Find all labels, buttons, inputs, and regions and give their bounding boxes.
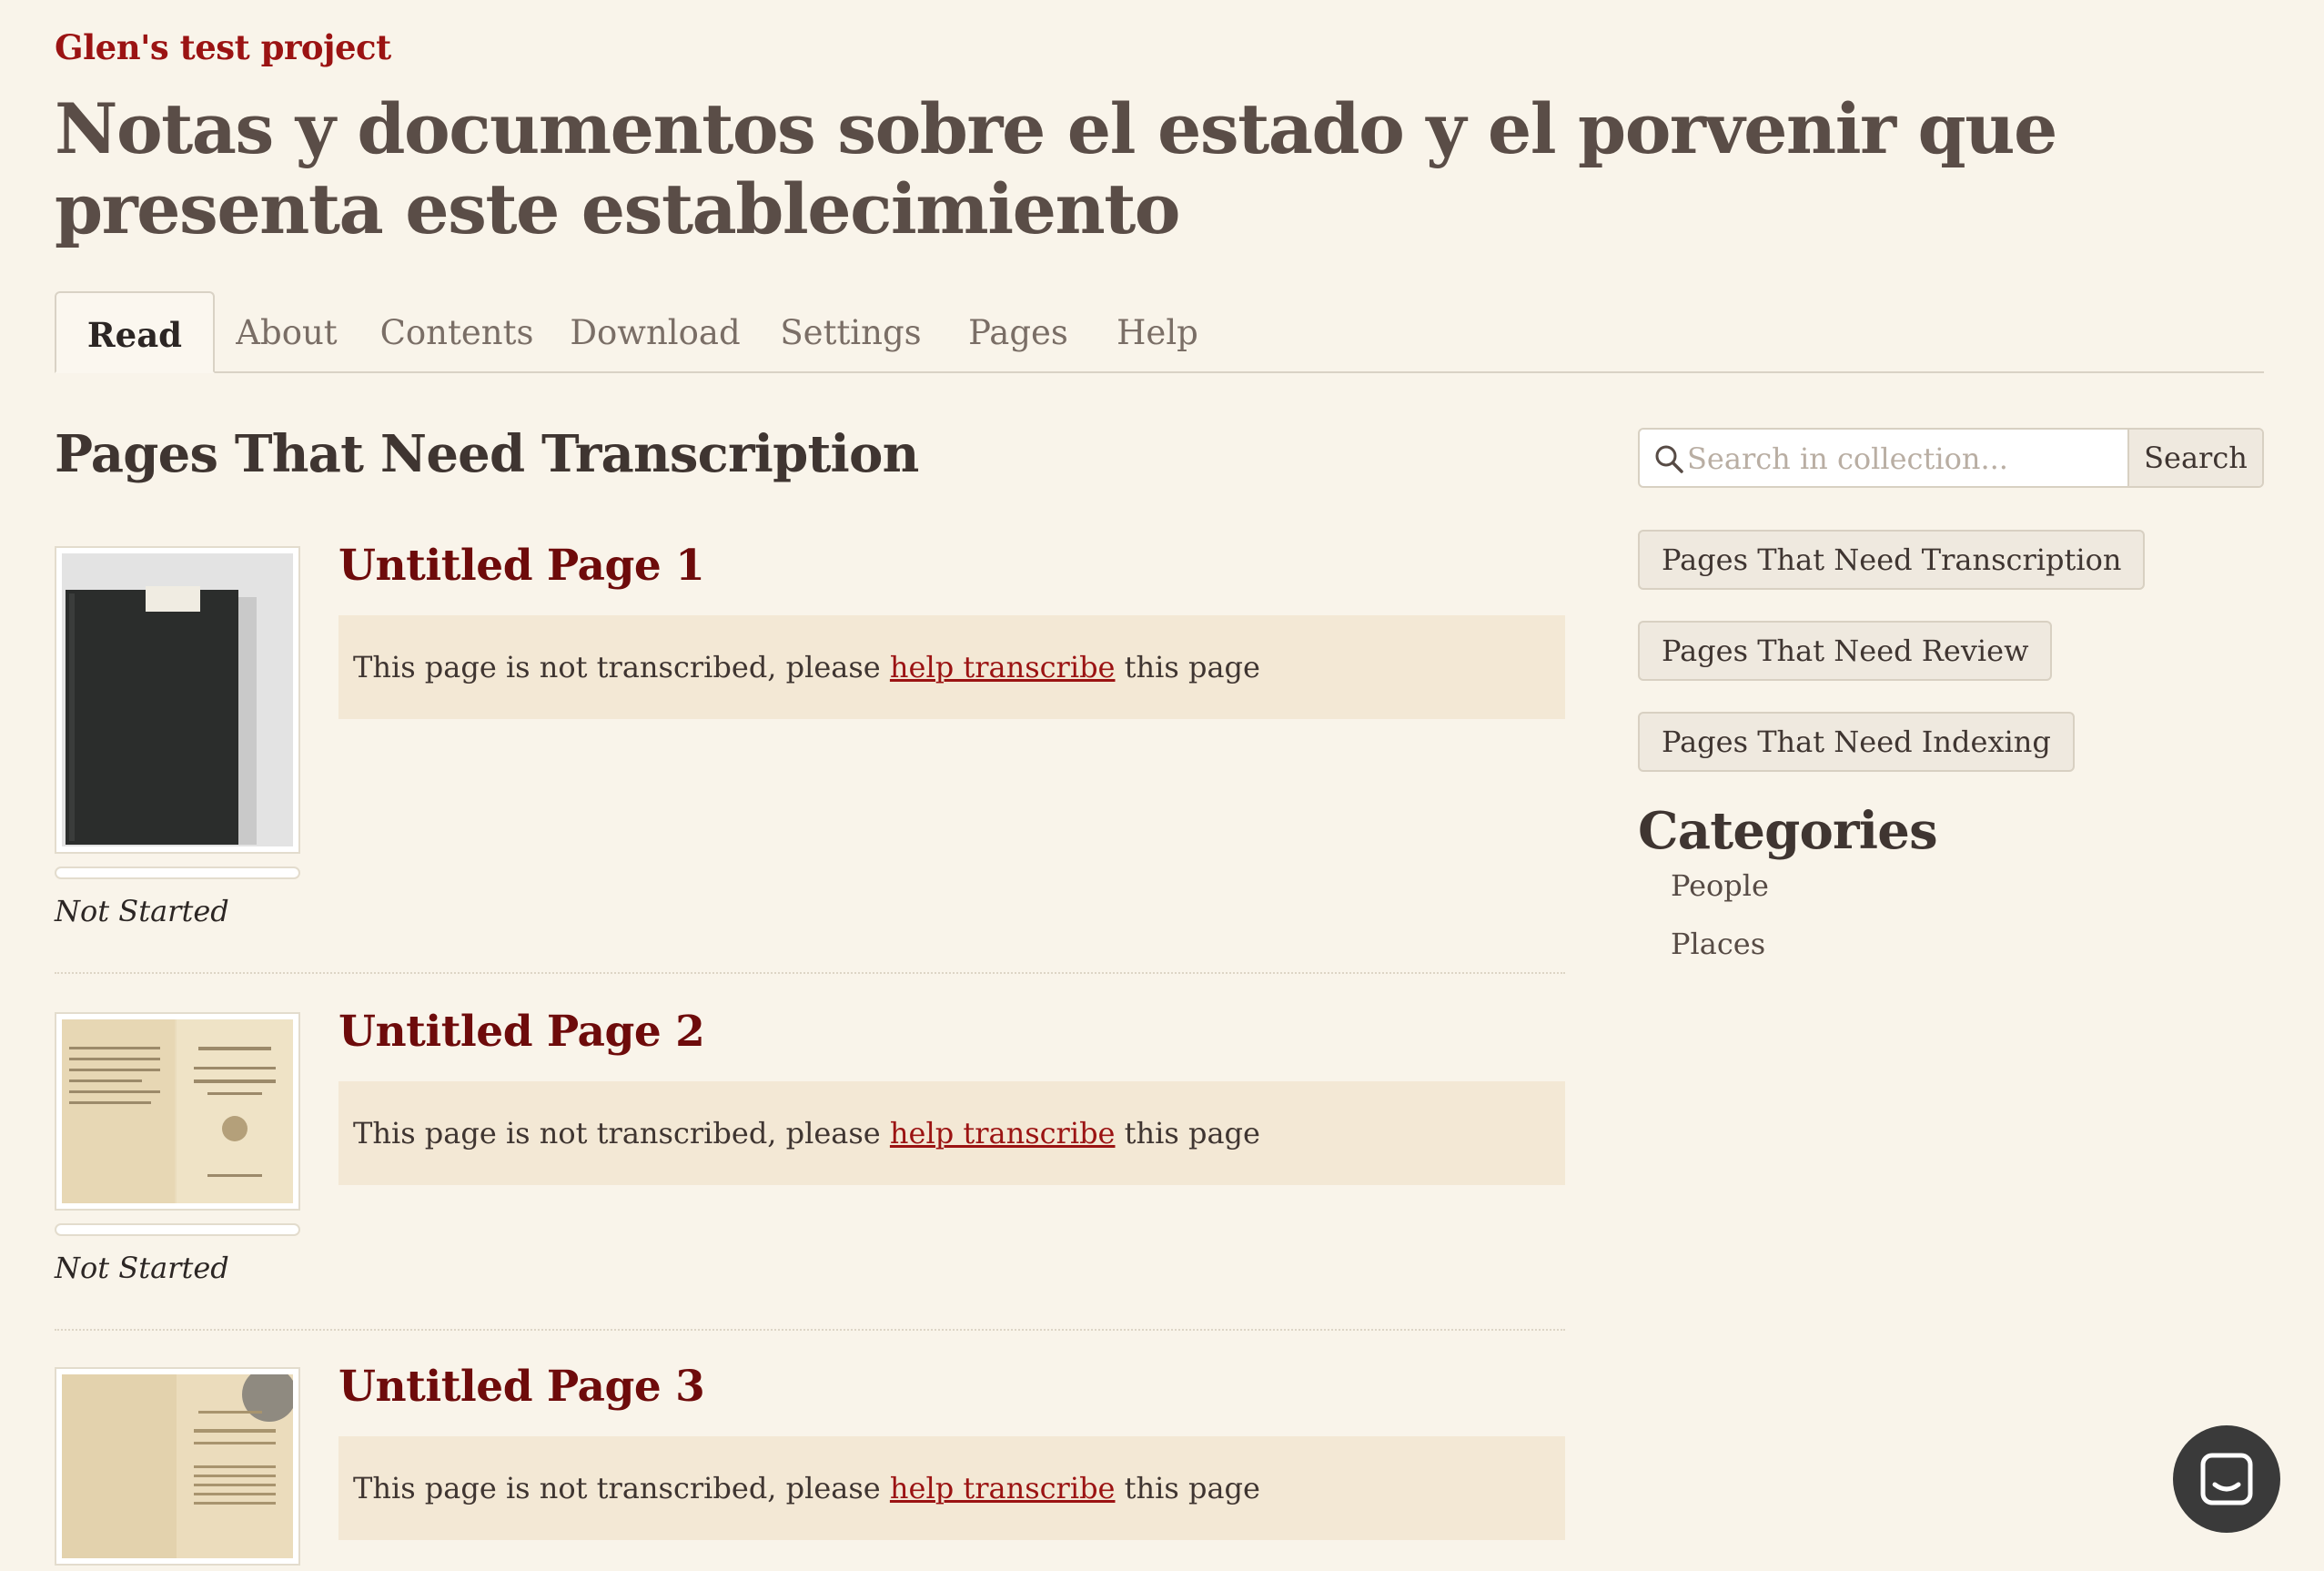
category-link-places[interactable]: Places	[1671, 927, 1765, 961]
tab-read[interactable]: Read	[55, 291, 215, 373]
notice-text: this page	[1124, 650, 1260, 684]
page-title-link[interactable]: Untitled Page 3	[338, 1362, 705, 1412]
document-thumbnail-image	[62, 1019, 293, 1203]
help-transcribe-link[interactable]: help transcribe	[890, 650, 1116, 684]
filter-needs-review-button[interactable]: Pages That Need Review	[1638, 621, 2053, 681]
progress-bar	[55, 867, 300, 879]
tab-bar: Read About Contents Download Settings Pa…	[55, 291, 2264, 373]
notice-text: This page is not transcribed, please	[353, 650, 881, 684]
page-entry: Not Started Untitled Page 2 This page is…	[55, 1007, 1565, 1331]
page-entry: Untitled Page 3 This page is not transcr…	[55, 1362, 1565, 1571]
category-link-people[interactable]: People	[1671, 868, 1769, 903]
divider	[55, 1329, 1565, 1331]
project-link[interactable]: Glen's test project	[55, 27, 391, 67]
search-form: Search	[1638, 428, 2264, 488]
search-icon	[1655, 445, 1683, 473]
filter-needs-indexing-button[interactable]: Pages That Need Indexing	[1638, 712, 2075, 772]
transcription-notice: This page is not transcribed, please hel…	[338, 1436, 1565, 1540]
status-label: Not Started	[55, 1251, 229, 1285]
page-title-link[interactable]: Untitled Page 1	[338, 541, 705, 591]
chat-launcher-button[interactable]	[2173, 1425, 2280, 1533]
help-transcribe-link[interactable]: help transcribe	[890, 1116, 1116, 1150]
tab-settings[interactable]: Settings	[759, 291, 943, 370]
tab-pages[interactable]: Pages	[943, 291, 1094, 370]
divider	[55, 972, 1565, 974]
page: Glen's test project Notas y documentos s…	[0, 0, 2324, 1571]
filter-needs-transcription-button[interactable]: Pages That Need Transcription	[1638, 530, 2146, 590]
document-thumbnail-image	[62, 1374, 293, 1558]
page-title-link[interactable]: Untitled Page 2	[338, 1007, 705, 1057]
notice-text: This page is not transcribed, please	[353, 1116, 881, 1150]
page-thumbnail[interactable]	[55, 1367, 300, 1566]
search-input[interactable]	[1685, 430, 2144, 488]
section-title: Pages That Need Transcription	[55, 424, 919, 484]
notice-text: This page is not transcribed, please	[353, 1471, 881, 1505]
status-label: Not Started	[55, 894, 229, 928]
search-button[interactable]: Search	[2127, 430, 2262, 486]
categories-title: Categories	[1638, 801, 1938, 861]
transcription-notice: This page is not transcribed, please hel…	[338, 615, 1565, 719]
tab-about[interactable]: About	[211, 291, 362, 370]
transcription-notice: This page is not transcribed, please hel…	[338, 1081, 1565, 1185]
tab-help[interactable]: Help	[1094, 291, 1221, 370]
tab-contents[interactable]: Contents	[362, 291, 551, 370]
notice-text: this page	[1124, 1116, 1260, 1150]
help-transcribe-link[interactable]: help transcribe	[890, 1471, 1116, 1505]
chat-icon	[2200, 1453, 2253, 1505]
work-title: Notas y documentos sobre el estado y el …	[55, 88, 2057, 249]
progress-bar	[55, 1223, 300, 1236]
page-thumbnail[interactable]	[55, 546, 300, 854]
tab-download[interactable]: Download	[551, 291, 759, 370]
notice-text: this page	[1124, 1471, 1260, 1505]
page-entry: Not Started Untitled Page 1 This page is…	[55, 541, 1565, 974]
page-thumbnail[interactable]	[55, 1012, 300, 1211]
book-thumbnail-image	[62, 553, 293, 846]
